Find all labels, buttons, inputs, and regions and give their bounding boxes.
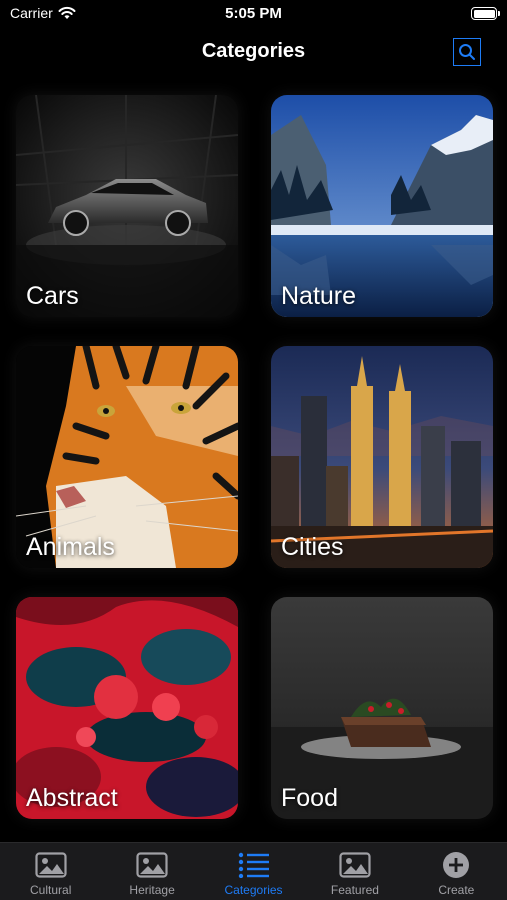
- tab-create[interactable]: Create: [406, 843, 507, 900]
- list-icon: [237, 850, 271, 880]
- category-card-nature[interactable]: Nature: [271, 95, 493, 317]
- category-card-animals[interactable]: Animals: [16, 346, 238, 568]
- plus-circle-icon: [439, 850, 473, 880]
- tab-label: Categories: [224, 883, 283, 897]
- tab-heritage[interactable]: Heritage: [101, 843, 202, 900]
- category-card-cities[interactable]: Cities: [271, 346, 493, 568]
- category-label: Cities: [281, 533, 344, 561]
- category-label: Nature: [281, 282, 357, 310]
- status-bar: Carrier 5:05 PM: [0, 0, 507, 28]
- categories-screen: Carrier 5:05 PM Categories Cars Nature A…: [0, 0, 507, 900]
- photo-icon: [135, 850, 169, 880]
- category-card-food[interactable]: Food: [271, 597, 493, 819]
- category-label: Food: [281, 784, 338, 812]
- tab-label: Create: [438, 883, 475, 897]
- tab-featured[interactable]: Featured: [304, 843, 405, 900]
- tab-label: Featured: [330, 883, 379, 897]
- category-label: Animals: [26, 533, 115, 561]
- battery-icon: [471, 7, 500, 20]
- search-icon: [459, 44, 475, 60]
- tab-bar: Cultural Heritage Categories Featured Cr…: [0, 842, 507, 900]
- category-card-cars[interactable]: Cars: [16, 95, 238, 317]
- category-label: Cars: [26, 282, 79, 310]
- category-card-abstract[interactable]: Abstract: [16, 597, 238, 819]
- photo-icon: [34, 850, 68, 880]
- status-time: 5:05 PM: [225, 5, 282, 22]
- tab-label: Cultural: [30, 883, 72, 897]
- category-label: Abstract: [26, 784, 118, 812]
- page-title: Categories: [201, 40, 306, 62]
- tab-label: Heritage: [129, 883, 175, 897]
- tab-cultural[interactable]: Cultural: [0, 843, 101, 900]
- search-button[interactable]: [453, 38, 481, 66]
- photo-icon: [338, 850, 372, 880]
- tab-categories[interactable]: Categories: [203, 843, 304, 900]
